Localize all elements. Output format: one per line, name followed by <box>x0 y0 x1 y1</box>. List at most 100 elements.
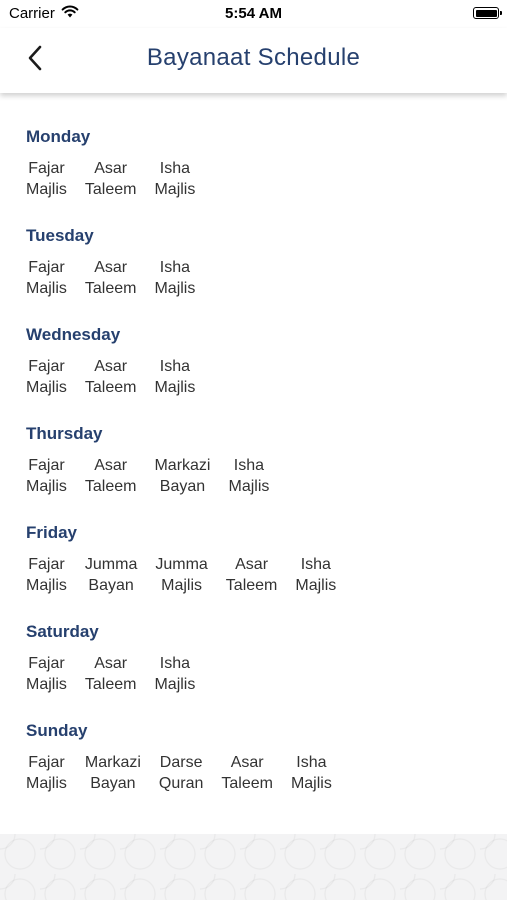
day-block-saturday: Saturday Fajar Majlis Asar Taleem Isha Majl… <box>26 619 487 718</box>
slot-row: Fajar Majlis Jumma Bayan Jumma Majlis Asar T… <box>26 554 487 596</box>
slot-type: Taleem <box>84 478 137 495</box>
slot-type: Taleem <box>84 379 137 396</box>
slot-type: Majlis <box>161 577 203 594</box>
day-block-wednesday: Wednesday Fajar Majlis Asar Taleem Isha Maj… <box>26 322 487 421</box>
slot-type: Majlis <box>154 379 196 396</box>
slot-item: Asar Taleem <box>85 158 137 200</box>
slot-item: Fajar Majlis <box>26 455 67 497</box>
slot-item: Fajar Majlis <box>26 356 67 398</box>
slot-time: Fajar <box>28 655 65 672</box>
slot-type: Taleem <box>84 676 137 693</box>
slot-type: Majlis <box>26 181 67 198</box>
slot-item: Jumma Bayan <box>85 554 137 596</box>
slot-time: Isha <box>159 259 191 276</box>
day-block-sunday: Sunday Fajar Majlis Markazi Bayan Darse Qur… <box>26 718 487 817</box>
slot-time: Asar <box>94 655 128 672</box>
slot-item: Fajar Majlis <box>26 653 67 695</box>
slot-type: Majlis <box>26 775 67 792</box>
slot-type: Bayan <box>88 577 134 594</box>
slot-item: Isha Majlis <box>228 455 269 497</box>
slot-type: Taleem <box>221 775 273 792</box>
footer-pattern <box>0 834 507 900</box>
slot-type: Majlis <box>290 775 332 792</box>
slot-type: Majlis <box>228 478 270 495</box>
day-heading: Sunday <box>26 721 88 740</box>
slot-item: Isha Majlis <box>154 158 195 200</box>
slot-type: Taleem <box>84 280 137 297</box>
slot-item: Asar Taleem <box>85 356 137 398</box>
slot-type: Bayan <box>90 775 136 792</box>
navigation-bar: Bayanaat Schedule <box>0 28 507 93</box>
slot-time: Fajar <box>28 457 65 474</box>
slot-time: Isha <box>159 160 191 177</box>
slot-time: Asar <box>235 556 269 573</box>
slot-item: Asar Taleem <box>221 752 273 794</box>
page-title: Bayanaat Schedule <box>146 44 361 71</box>
slot-item: Isha Majlis <box>154 653 195 695</box>
slot-time: Jumma <box>84 556 138 573</box>
slot-type: Majlis <box>26 676 67 693</box>
slot-row: Fajar Majlis Markazi Bayan Darse Quran Asar… <box>26 752 487 794</box>
slot-time: Isha <box>300 556 331 573</box>
battery-icon <box>473 7 502 19</box>
slot-type: Taleem <box>225 577 278 594</box>
slot-item: Isha Majlis <box>295 554 336 596</box>
slot-row: Fajar Majlis Asar Taleem Markazi Bayan Isha… <box>26 455 487 497</box>
slot-time: Darse <box>159 754 203 771</box>
slot-time: Isha <box>296 754 327 771</box>
day-heading: Friday <box>26 523 78 542</box>
slot-time: Fajar <box>28 556 65 573</box>
slot-item: Asar Taleem <box>85 455 137 497</box>
slot-row: Fajar Majlis Asar Taleem Isha Majlis <box>26 158 487 200</box>
slot-time: Asar <box>230 754 264 771</box>
slot-time: Asar <box>94 457 128 474</box>
slot-time: Asar <box>94 160 128 177</box>
slot-row: Fajar Majlis Asar Taleem Isha Majlis <box>26 356 487 398</box>
slot-time: Fajar <box>28 358 65 375</box>
slot-item: Fajar Majlis <box>26 158 67 200</box>
slot-item: Asar Taleem <box>226 554 278 596</box>
slot-time: Markazi <box>154 457 211 474</box>
slot-item: Isha Majlis <box>291 752 332 794</box>
slot-time: Asar <box>94 259 128 276</box>
schedule-list: Monday Fajar Majlis Asar Taleem Isha Majlis… <box>26 124 487 817</box>
slot-time: Asar <box>94 358 128 375</box>
slot-item: Markazi Bayan <box>85 752 141 794</box>
slot-item: Fajar Majlis <box>26 257 67 299</box>
slot-time: Jumma <box>155 556 208 573</box>
slot-item: Fajar Majlis <box>26 554 67 596</box>
day-block-tuesday: Tuesday Fajar Majlis Asar Taleem Isha Majli… <box>26 223 487 322</box>
slot-item: Darse Quran <box>159 752 203 794</box>
slot-item: Markazi Bayan <box>154 455 210 497</box>
slot-type: Majlis <box>154 280 196 297</box>
slot-item: Isha Majlis <box>154 257 195 299</box>
slot-time: Isha <box>233 457 265 474</box>
slot-type: Quran <box>158 775 204 792</box>
slot-item: Isha Majlis <box>154 356 195 398</box>
slot-item: Asar Taleem <box>85 257 137 299</box>
day-heading: Tuesday <box>26 226 94 245</box>
slot-time: Isha <box>159 358 191 375</box>
slot-item: Fajar Majlis <box>26 752 67 794</box>
slot-row: Fajar Majlis Asar Taleem Isha Majlis <box>26 257 487 299</box>
day-heading: Monday <box>26 127 91 146</box>
slot-type: Taleem <box>84 181 137 198</box>
day-block-friday: Friday Fajar Majlis Jumma Bayan Jumma Majli… <box>26 520 487 619</box>
slot-type: Majlis <box>26 379 67 396</box>
status-bar: Carrier 5:54 AM <box>0 0 507 28</box>
slot-type: Majlis <box>26 280 67 297</box>
status-time: 5:54 AM <box>225 5 282 22</box>
day-heading: Saturday <box>26 622 99 641</box>
day-heading: Wednesday <box>26 325 121 344</box>
day-heading: Thursday <box>26 424 103 443</box>
slot-type: Majlis <box>154 181 196 198</box>
slot-type: Majlis <box>154 676 196 693</box>
slot-time: Isha <box>159 655 191 672</box>
slot-type: Majlis <box>26 478 67 495</box>
slot-item: Asar Taleem <box>85 653 137 695</box>
slot-time: Markazi <box>84 754 141 771</box>
day-block-thursday: Thursday Fajar Majlis Asar Taleem Markazi B… <box>26 421 487 520</box>
slot-row: Fajar Majlis Asar Taleem Isha Majlis <box>26 653 487 695</box>
slot-time: Fajar <box>28 259 65 276</box>
slot-time: Fajar <box>28 160 65 177</box>
